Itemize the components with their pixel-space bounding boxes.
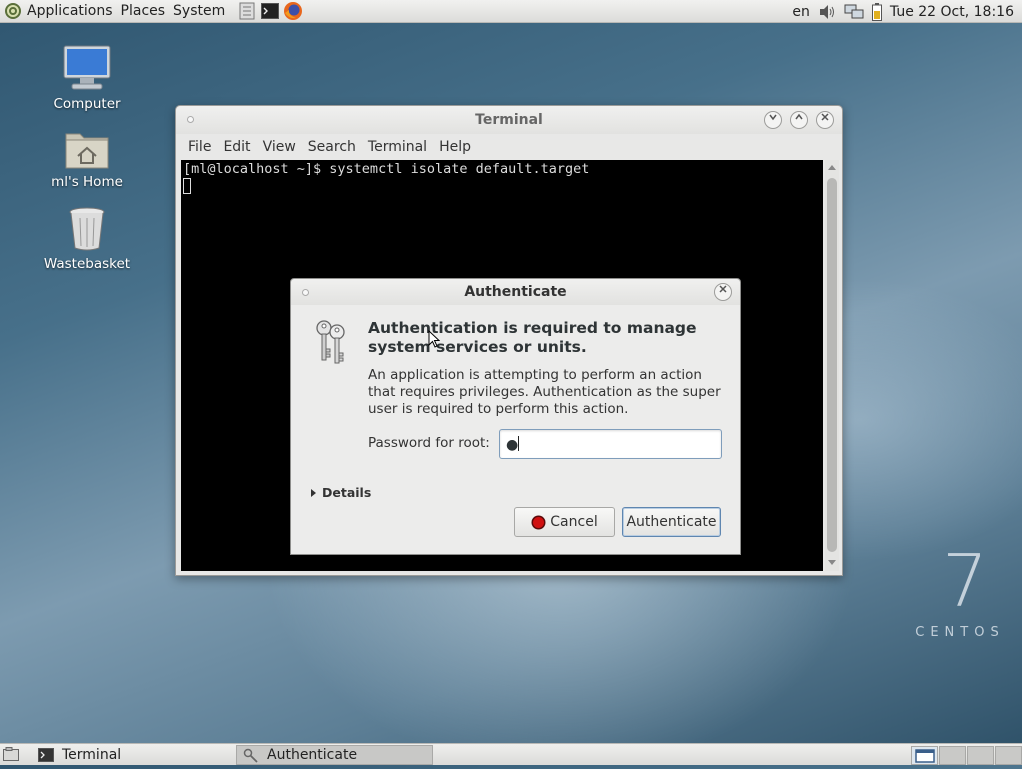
window-menu-dot-icon[interactable] [302,289,309,296]
password-mask: ● [506,437,519,453]
dialog-heading: Authentication is required to manage sys… [368,319,697,356]
text-cursor [518,436,520,451]
scroll-up-arrow-icon [828,165,836,170]
chevron-down-icon [769,114,777,121]
window-thumbnail-icon [915,749,935,763]
chevron-up-icon [795,113,803,120]
taskbar-label: Authenticate [267,747,358,763]
taskbar-item-authenticate[interactable]: Authenticate [236,745,433,765]
details-expander[interactable]: Details [309,485,371,500]
cancel-label: Cancel [550,514,598,530]
battery-icon[interactable] [871,2,882,21]
centos-wordmark: CENTOS [915,625,1005,640]
desktop-icon-label: ml's Home [51,174,123,190]
bottom-panel: Terminal Authenticate [0,743,1022,765]
dialog-titlebar[interactable]: Authenticate [291,279,740,305]
scroll-thumb[interactable] [827,178,837,552]
terminal-launcher-icon[interactable] [260,1,280,21]
close-icon [719,285,727,293]
maximize-button[interactable] [790,111,808,129]
desktop-icon-home[interactable]: ml's Home [42,126,132,190]
workspace-1[interactable] [911,746,938,765]
authenticate-dialog[interactable]: Authenticate Authentication is required … [290,278,741,555]
terminal-cursor [183,178,191,194]
dialog-close-button[interactable] [714,283,732,301]
details-label: Details [322,485,372,500]
terminal-menubar: File Edit View Search Terminal Help [176,134,842,160]
taskbar-item-terminal[interactable]: Terminal [32,745,232,765]
authenticate-label: Authenticate [626,514,717,530]
workspace-2[interactable] [939,746,966,765]
menu-places[interactable]: Places [117,0,170,23]
menu-edit[interactable]: Edit [217,139,256,155]
menu-search[interactable]: Search [302,139,362,155]
terminal-line: [ml@localhost ~]$ systemctl isolate defa… [183,161,590,177]
minimize-button[interactable] [764,111,782,129]
key-icon [243,748,258,763]
desktop-icon-computer[interactable]: Computer [42,44,132,112]
home-folder-icon [64,126,110,170]
terminal-titlebar[interactable]: Terminal [176,106,842,134]
stop-icon [531,515,546,529]
window-menu-dot-icon[interactable] [187,116,194,123]
applications-logo-icon[interactable] [3,1,23,21]
dialog-description: An application is attempting to perform … [368,367,721,417]
menu-system[interactable]: System [169,0,229,23]
cancel-button[interactable]: Cancel [514,507,615,537]
taskbar-label: Terminal [62,747,122,763]
dialog-title: Authenticate [464,284,567,300]
menu-file[interactable]: File [182,139,217,155]
mouse-pointer-icon [428,330,440,348]
expander-arrow-icon [311,488,316,497]
show-desktop-icon[interactable] [3,747,19,761]
terminal-icon [38,748,54,762]
keys-icon [313,319,349,365]
centos-version-number: 7 [942,539,988,623]
clock[interactable]: Tue 22 Oct, 18:16 [890,4,1014,20]
menu-applications[interactable]: Applications [23,0,117,23]
file-manager-launcher-icon[interactable] [237,1,257,21]
terminal-scrollbar[interactable] [825,160,839,571]
network-icon[interactable] [844,4,864,20]
menu-help[interactable]: Help [433,139,477,155]
password-input[interactable]: ● [499,429,722,459]
menu-view[interactable]: View [257,139,302,155]
terminal-title: Terminal [475,112,543,128]
firefox-launcher-icon[interactable] [283,1,303,21]
top-panel: Applications Places System en Tue 22 Oct… [0,0,1022,23]
desktop-icon-wastebasket[interactable]: Wastebasket [42,206,132,272]
menu-terminal[interactable]: Terminal [362,139,433,155]
desktop-icon-label: Wastebasket [43,256,131,272]
close-button[interactable] [816,111,834,129]
authenticate-button[interactable]: Authenticate [622,507,721,537]
keyboard-layout-indicator[interactable]: en [792,4,810,20]
close-icon [821,113,829,121]
computer-icon [62,44,112,92]
volume-icon[interactable] [818,4,836,20]
workspace-4[interactable] [995,746,1022,765]
password-label: Password for root: [368,435,490,451]
trash-icon [67,206,107,252]
scroll-down-arrow-icon [828,560,836,565]
centos-logo: 7 CENTOS [905,545,1015,640]
workspace-3[interactable] [967,746,994,765]
desktop-icon-label: Computer [53,96,121,112]
